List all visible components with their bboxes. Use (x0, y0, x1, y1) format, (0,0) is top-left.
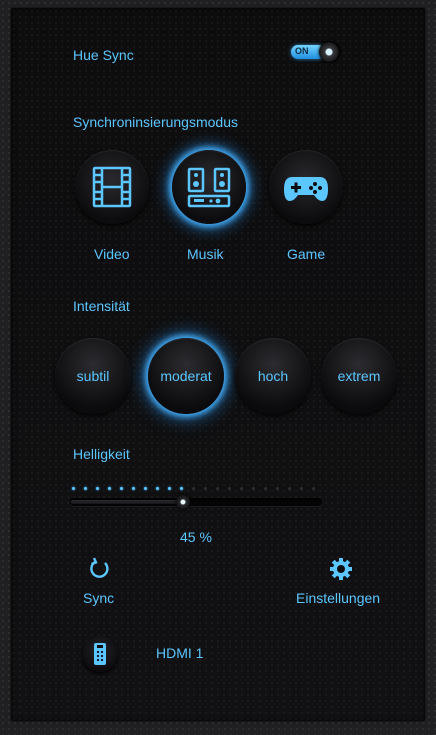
scale-dot (72, 487, 75, 490)
gamepad-icon (284, 177, 328, 201)
mode-music-button[interactable] (172, 150, 246, 224)
toggle-knob[interactable] (319, 42, 339, 62)
scale-dot (240, 487, 243, 490)
speakers-icon (187, 167, 231, 208)
sync-mode-title: Synchroninsierungsmodus (73, 114, 238, 130)
scale-dot (96, 487, 99, 490)
hue-sync-label: Hue Sync (73, 47, 134, 63)
mode-music-label: Musik (187, 246, 224, 262)
scale-dot (204, 487, 207, 490)
scale-dot (312, 487, 315, 490)
brightness-slider[interactable] (70, 495, 322, 509)
intensity-hoch-button[interactable]: hoch (235, 338, 311, 414)
toggle-state-text: ON (295, 46, 309, 56)
settings-button[interactable] (328, 556, 354, 587)
hue-sync-toggle[interactable]: ON (289, 41, 341, 63)
brightness-scale-dots (72, 487, 322, 493)
source-label: HDMI 1 (156, 645, 204, 661)
mode-video-button[interactable] (75, 150, 149, 224)
scale-dot (168, 487, 171, 490)
slider-thumb[interactable] (176, 495, 190, 509)
scale-dot (132, 487, 135, 490)
scale-dot (120, 487, 123, 490)
scale-dot (252, 487, 255, 490)
slider-fill (71, 500, 184, 504)
scale-dot (144, 487, 147, 490)
gear-icon (330, 558, 352, 580)
remote-icon (94, 643, 106, 665)
settings-label[interactable]: Einstellungen (296, 590, 380, 606)
mode-video-label: Video (94, 246, 130, 262)
scale-dot (192, 487, 195, 490)
scale-dot (84, 487, 87, 490)
scale-dot (216, 487, 219, 490)
intensity-extrem-button[interactable]: extrem (321, 338, 397, 414)
scale-dot (276, 487, 279, 490)
brightness-title: Helligkeit (73, 446, 130, 462)
intensity-title: Intensität (73, 298, 130, 314)
scale-dot (264, 487, 267, 490)
refresh-icon (90, 557, 109, 578)
scale-dot (180, 487, 183, 490)
sync-button[interactable] (86, 556, 112, 587)
sync-label[interactable]: Sync (83, 590, 114, 606)
scale-dot (108, 487, 111, 490)
scale-dot (156, 487, 159, 490)
scale-dot (300, 487, 303, 490)
film-icon (92, 166, 132, 208)
mode-game-label: Game (287, 246, 326, 262)
scale-dot (228, 487, 231, 490)
intensity-moderat-button[interactable]: moderat (148, 338, 224, 414)
intensity-subtil-button[interactable]: subtil (55, 338, 131, 414)
mode-game-button[interactable] (269, 150, 343, 224)
brightness-value: 45 % (180, 529, 212, 545)
source-button[interactable] (82, 636, 118, 672)
scale-dot (288, 487, 291, 490)
